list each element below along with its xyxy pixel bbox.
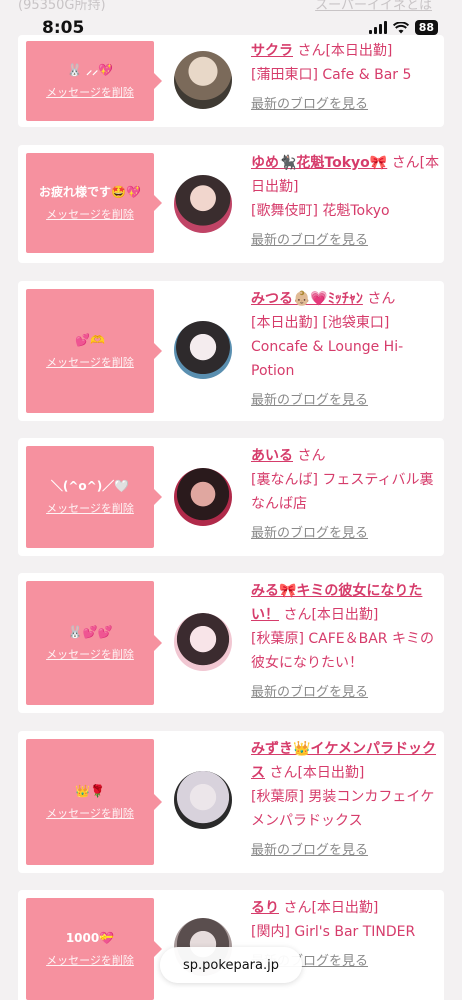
latest-blog-link[interactable]: 最新のブログを見る — [251, 681, 441, 705]
avatar[interactable] — [174, 613, 232, 671]
cast-name-link[interactable]: サクラ — [251, 43, 293, 59]
cast-card: 👑🌹 メッセージを削除 みずき👑イケメンパラドックス さん[本日出勤] [秋葉原… — [18, 731, 444, 873]
delete-message-link[interactable]: メッセージを削除 — [46, 500, 134, 516]
delete-message-link[interactable]: メッセージを削除 — [46, 646, 134, 662]
super-like-link[interactable]: スーパーイイネとは — [315, 0, 432, 13]
message-text: 🐰💕💕 — [67, 625, 113, 639]
status-icons: 88 — [368, 20, 438, 35]
cast-name-link[interactable]: るり — [251, 900, 279, 916]
wifi-icon — [392, 21, 409, 33]
cast-card: 1000💝 メッセージを削除 るり さん[本日出勤] [関内] Girl's B… — [18, 890, 444, 1000]
cast-name-link[interactable]: あいる — [251, 448, 293, 464]
url-bar[interactable]: sp.pokepara.jp — [160, 947, 302, 983]
signal-icon — [368, 21, 387, 34]
latest-blog-link[interactable]: 最新のブログを見る — [251, 229, 441, 253]
cast-card: 🐰💕💕 メッセージを削除 みる🎀キミの彼女になりたい！ さん[本日出勤] [秋葉… — [18, 573, 444, 713]
message-text: 💕🫶 — [75, 333, 105, 347]
avatar[interactable] — [174, 51, 232, 109]
message-text: ＼(^o^)／🤍 — [50, 479, 130, 493]
shop-name: [歌舞伎町] 花魁Tokyo — [251, 203, 390, 219]
message-bubble: 💕🫶 メッセージを削除 — [26, 289, 162, 413]
shop-name: [本日出勤] [池袋東口] Concafe & Lounge Hi-Potion — [251, 315, 404, 379]
latest-blog-link[interactable]: 最新のブログを見る — [251, 839, 441, 863]
clock: 8:05 — [42, 18, 85, 38]
latest-blog-link[interactable]: 最新のブログを見る — [251, 389, 441, 413]
avatar[interactable] — [174, 321, 232, 379]
points-text: (95350G所持) — [18, 0, 106, 13]
avatar[interactable] — [174, 468, 232, 526]
message-text: お疲れ様です🤩💖 — [39, 185, 141, 199]
cast-card: ＼(^o^)／🤍 メッセージを削除 あいる さん [裏なんば] フェスティバル裏… — [18, 438, 444, 556]
message-text: 1000💝 — [65, 931, 115, 945]
shop-name: [秋葉原] 男装コンカフェイケメンパラドックス — [251, 789, 435, 829]
message-bubble: 1000💝 メッセージを削除 — [26, 898, 162, 1000]
message-bubble: 🐰 ⸝⸝💖 メッセージを削除 — [26, 41, 162, 121]
cast-status: さん[本日出勤] — [283, 900, 379, 916]
avatar[interactable] — [174, 771, 232, 829]
delete-message-link[interactable]: メッセージを削除 — [46, 206, 134, 222]
cast-card: 🐰 ⸝⸝💖 メッセージを削除 サクラ さん[本日出勤] [蒲田東口] Cafe … — [18, 35, 444, 127]
shop-name: [関内] Girl's Bar TINDER — [251, 924, 416, 940]
message-text: 👑🌹 — [75, 784, 105, 798]
cast-status: さん — [297, 448, 326, 464]
cast-status: さん — [367, 291, 396, 307]
message-bubble: 🐰💕💕 メッセージを削除 — [26, 581, 162, 705]
delete-message-link[interactable]: メッセージを削除 — [46, 84, 134, 100]
shop-name: [裏なんば] フェスティバル裏なんば店 — [251, 472, 434, 512]
message-bubble: 👑🌹 メッセージを削除 — [26, 739, 162, 865]
status-bar: (95350G所持) スーパーイイネとは 8:05 88 — [0, 0, 462, 40]
cast-card: お疲れ様です🤩💖 メッセージを削除 ゆめ🐈‍⬛花魁Tokyo🎀 さん[本日出勤]… — [18, 145, 444, 263]
avatar[interactable] — [174, 175, 232, 233]
cast-name-link[interactable]: みつる👶🏼💗ﾐｯﾁｬﾝ — [251, 291, 363, 307]
message-bubble: お疲れ様です🤩💖 メッセージを削除 — [26, 153, 162, 253]
cast-status: さん[本日出勤] — [297, 43, 393, 59]
delete-message-link[interactable]: メッセージを削除 — [46, 354, 134, 370]
latest-blog-link[interactable]: 最新のブログを見る — [251, 93, 441, 117]
cast-status: さん[本日出勤] — [283, 607, 379, 623]
cast-card: 💕🫶 メッセージを削除 みつる👶🏼💗ﾐｯﾁｬﾝ さん [本日出勤] [池袋東口]… — [18, 281, 444, 421]
latest-blog-link[interactable]: 最新のブログを見る — [251, 522, 441, 546]
shop-name: [蒲田東口] Cafe & Bar 5 — [251, 67, 412, 83]
cast-name-link[interactable]: ゆめ🐈‍⬛花魁Tokyo🎀 — [251, 155, 387, 171]
message-bubble: ＼(^o^)／🤍 メッセージを削除 — [26, 446, 162, 548]
shop-name: [秋葉原] CAFE＆BAR キミの彼女になりたい！ — [251, 631, 434, 671]
message-text: 🐰 ⸝⸝💖 — [66, 63, 114, 77]
battery-icon: 88 — [414, 20, 438, 35]
delete-message-link[interactable]: メッセージを削除 — [46, 805, 134, 821]
delete-message-link[interactable]: メッセージを削除 — [46, 952, 134, 968]
cast-status: さん[本日出勤] — [269, 765, 365, 781]
